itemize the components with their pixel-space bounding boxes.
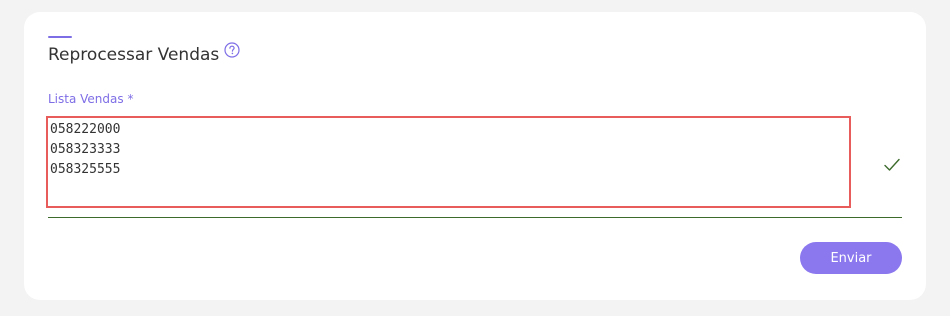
textarea-line: 058222000 (50, 122, 121, 137)
textarea-content: 058222000 058323333 058325555 (50, 120, 120, 180)
title-accent-bar (48, 36, 72, 38)
checkmark-icon (883, 156, 901, 174)
submit-button[interactable]: Enviar (800, 242, 902, 274)
field-underline (48, 217, 902, 218)
sales-list-label: Lista Vendas * (48, 92, 134, 106)
reprocess-sales-card: Reprocessar Vendas Lista Vendas * 058222… (24, 12, 926, 300)
page-title: Reprocessar Vendas (48, 45, 220, 65)
sales-list-textarea[interactable]: 058222000 058323333 058325555 (46, 116, 851, 208)
textarea-line: 058323333 (50, 142, 121, 157)
question-circle-icon[interactable] (224, 42, 240, 58)
textarea-line: 058325555 (50, 162, 121, 177)
